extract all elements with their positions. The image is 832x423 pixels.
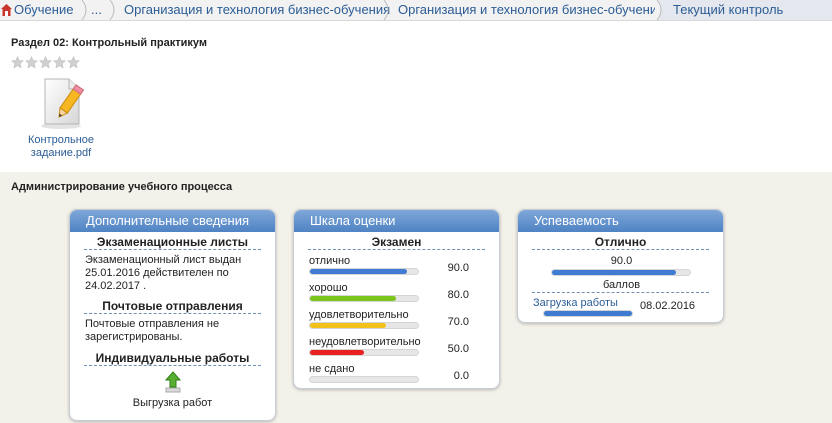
scale-row-label: отлично [309,255,351,267]
admin-title: Администрирование учебного процесса [11,181,233,193]
upload-work-link[interactable]: Загрузка работы [533,297,618,310]
scale-row-bar-fill [310,296,396,301]
exam-sheets-text: Экзаменационный лист выдан 25.01.2016 де… [85,254,242,292]
scale-row-bar [309,376,419,383]
breadcrumb: Обучение ... Организация и технология би… [0,0,832,21]
file-label-line1[interactable]: Контрольное [20,134,102,147]
admin-section: Администрирование учебного процесса Допо… [0,172,832,423]
upload-label[interactable]: Выгрузка работ [70,397,275,410]
scale-panel: Шкала оценки Экзамен отлично 90.0 хорошо 80… [293,209,500,389]
scale-row-value: 70.0 [447,316,469,328]
star-icon[interactable] [39,56,52,69]
scale-row-bar-fill [310,323,386,328]
scale-row-label: неудовлетворительно [309,336,421,348]
individual-title: Индивидуальные работы [84,351,261,366]
breadcrumb-item-learning[interactable]: Обучение [4,0,73,20]
scale-row-value: 50.0 [447,343,469,355]
star-icon[interactable] [25,56,38,69]
breadcrumb-item-ellipsis[interactable]: ... [81,0,102,20]
scale-row-bar [309,295,419,302]
score-unit: баллов [602,279,641,291]
file-item[interactable]: Контрольное задание.pdf [20,76,102,160]
progress-divider [532,292,709,293]
mail-title: Почтовые отправления [84,299,261,314]
upload-bar [543,310,633,317]
scale-row-label: не сдано [309,363,355,375]
scale-row-value: 90.0 [447,262,469,274]
upload-works[interactable]: Выгрузка работ [70,371,275,410]
document-edit-icon[interactable] [35,76,87,130]
scale-row-label: удовлетворительно [309,309,409,321]
scale-row-label: хорошо [309,282,348,294]
rating-stars[interactable] [11,56,80,69]
section-title: Раздел 02: Контрольный практикум [11,37,207,49]
scale-row-bar-fill [310,269,407,274]
scale-row-bar-fill [310,350,364,355]
upload-icon[interactable] [163,371,183,393]
mail-text: Почтовые отправления не зарегистрированы… [85,318,220,343]
scale-row-value: 0.0 [453,370,469,382]
scale-row-bar [309,268,419,275]
scale-row-bar [309,349,419,356]
star-icon[interactable] [67,56,80,69]
score-bar-fill [552,270,676,275]
progress-panel: Успеваемость Отлично 90.0 баллов Загрузк… [517,209,724,323]
scale-panel-header: Шкала оценки [294,210,499,232]
scale-row-bar [309,322,419,329]
scale-row-value: 80.0 [447,289,469,301]
file-label-line2[interactable]: задание.pdf [20,147,102,160]
breadcrumb-item-course-2[interactable]: Организация и технология бизнес-обучения [388,0,664,20]
breadcrumb-separator [655,0,662,20]
grade-text: Отлично [532,235,709,250]
info-panel: Дополнительные сведения Экзаменационные … [69,209,276,421]
star-icon[interactable] [11,56,24,69]
exam-sheets-title: Экзаменационные листы [84,235,261,250]
star-icon[interactable] [53,56,66,69]
score-value: 90.0 [610,255,633,267]
upload-bar-fill [544,311,632,316]
score-bar [551,269,691,276]
progress-panel-header: Успеваемость [518,210,723,232]
breadcrumb-item-course[interactable]: Организация и технология бизнес-обучения [114,0,390,20]
upload-date: 08.02.2016 [640,300,696,312]
scale-subheader: Экзамен [308,235,485,250]
breadcrumb-item-current: Текущий контроль [656,0,832,20]
info-panel-header: Дополнительные сведения [70,210,275,232]
